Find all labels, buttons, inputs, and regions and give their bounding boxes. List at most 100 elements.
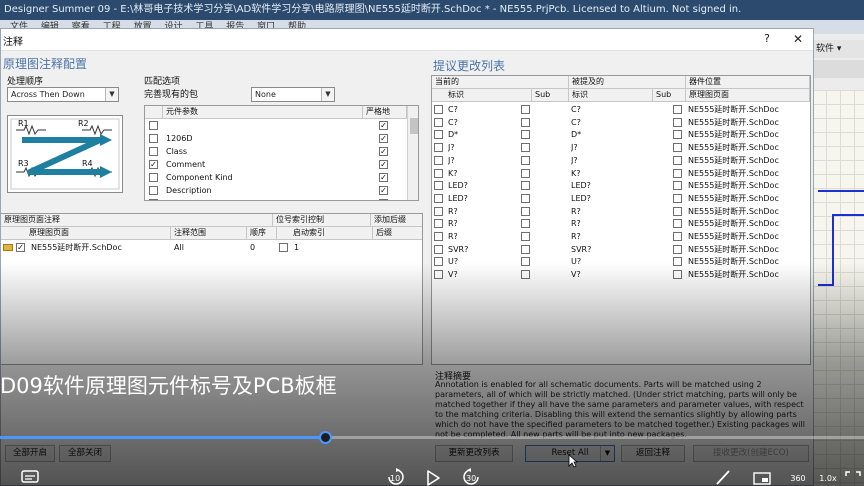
close-button[interactable]: ✕ (789, 31, 807, 47)
current-sub-checkbox[interactable] (521, 232, 530, 241)
proposed-sub-checkbox[interactable] (673, 219, 682, 229)
right-toolbar-secondary[interactable] (812, 60, 864, 78)
change-row-checkbox[interactable] (434, 270, 443, 280)
speed-label[interactable]: 1.0x (818, 474, 838, 483)
change-row[interactable]: K? K? NE555延时断开.SchDoc (432, 167, 810, 180)
match-parameter-row[interactable]: Description ✓ (145, 184, 418, 197)
proposed-sub-checkbox[interactable] (673, 105, 682, 114)
change-row[interactable]: V? V? NE555延时断开.SchDoc (432, 268, 810, 281)
play-icon[interactable] (424, 470, 442, 486)
sheet-scope[interactable]: All (174, 241, 244, 254)
parameter-checkbox[interactable] (149, 186, 158, 195)
change-row[interactable]: R? R? NE555延时断开.SchDoc (432, 205, 810, 218)
proposed-sub-checkbox[interactable] (673, 270, 682, 280)
change-row-checkbox[interactable] (434, 105, 443, 114)
strict-checkbox[interactable]: ✓ (379, 134, 388, 143)
change-row[interactable]: C? C? NE555延时断开.SchDoc (432, 103, 810, 116)
parameter-checkbox[interactable] (149, 121, 158, 130)
change-row[interactable]: J? J? NE555延时断开.SchDoc (432, 154, 810, 167)
change-row[interactable]: SVR? SVR? NE555延时断开.SchDoc (432, 243, 810, 256)
change-row-checkbox[interactable] (434, 181, 443, 191)
current-sub-checkbox[interactable] (521, 168, 530, 178)
current-sub-checkbox[interactable] (521, 143, 530, 153)
start-index-checkbox[interactable] (279, 243, 288, 252)
current-sub-checkbox[interactable] (521, 105, 530, 114)
proposed-sub-checkbox[interactable] (673, 244, 682, 254)
processing-order-select[interactable]: Across Then Down ▼ (7, 87, 119, 102)
help-button[interactable]: ? (759, 31, 775, 47)
picture-in-picture-icon[interactable] (752, 470, 772, 486)
sheet-enable-checkbox[interactable]: ✓ (16, 243, 25, 252)
change-row-checkbox[interactable] (434, 168, 443, 178)
change-row-checkbox[interactable] (434, 232, 443, 241)
strict-checkbox[interactable]: ✓ (379, 186, 388, 195)
schematic-sheet[interactable] (812, 90, 864, 486)
change-row-checkbox[interactable] (434, 155, 443, 165)
change-row[interactable]: R? R? NE555延时断开.SchDoc (432, 217, 810, 230)
proposed-sub-checkbox[interactable] (673, 181, 682, 191)
change-row-checkbox[interactable] (434, 206, 443, 216)
parameter-checkbox[interactable] (149, 173, 158, 182)
current-sub-checkbox[interactable] (521, 244, 530, 254)
change-row[interactable]: U? U? NE555延时断开.SchDoc (432, 255, 810, 268)
change-row-checkbox[interactable] (434, 219, 443, 229)
proposed-sub-checkbox[interactable] (673, 130, 682, 140)
change-row-checkbox[interactable] (434, 130, 443, 140)
change-row-checkbox[interactable] (434, 143, 443, 153)
current-sub-checkbox[interactable] (521, 117, 530, 127)
forward-30-icon[interactable]: 30 (458, 468, 484, 486)
right-toolbar[interactable]: 软件 ▾ (812, 40, 864, 58)
subtitles-icon[interactable] (20, 468, 40, 484)
current-sub-checkbox[interactable] (521, 257, 530, 267)
scroll-thumb[interactable] (410, 118, 418, 134)
current-sub-checkbox[interactable] (521, 130, 530, 140)
accept-changes-button[interactable]: 接收更改(创建ECO) (693, 445, 809, 462)
strict-checkbox[interactable]: ✓ (379, 173, 388, 182)
parameter-checkbox[interactable] (149, 147, 158, 156)
proposed-sub-checkbox[interactable] (673, 193, 682, 203)
match-parameter-row[interactable]: ✓ Comment ✓ (145, 158, 418, 171)
complete-existing-select[interactable]: None ▼ (251, 87, 335, 102)
all-on-button[interactable]: 全部开启 (5, 445, 55, 462)
current-sub-checkbox[interactable] (521, 270, 530, 280)
update-change-list-button[interactable]: 更新更改列表 (435, 445, 513, 462)
rewind-10-icon[interactable]: 10 (383, 468, 409, 486)
parameter-checkbox[interactable] (149, 134, 158, 143)
video-progress-knob[interactable] (318, 431, 332, 444)
change-row[interactable]: C? C? NE555延时断开.SchDoc (432, 116, 810, 129)
change-row[interactable]: R? R? NE555延时断开.SchDoc (432, 230, 810, 243)
current-sub-checkbox[interactable] (521, 193, 530, 203)
match-parameter-row[interactable]: Component Kind ✓ (145, 171, 418, 184)
back-to-annotate-button[interactable]: 返回注释 (621, 445, 685, 462)
current-sub-checkbox[interactable] (521, 181, 530, 191)
match-grid-scrollbar[interactable] (407, 106, 418, 200)
proposed-sub-checkbox[interactable] (673, 206, 682, 216)
change-row-checkbox[interactable] (434, 117, 443, 127)
sheet-suffix[interactable] (376, 241, 420, 254)
strict-checkbox[interactable]: ✓ (379, 199, 388, 200)
parameter-checkbox[interactable] (149, 199, 158, 200)
chevron-down-icon[interactable]: ▼ (600, 446, 614, 461)
change-row-checkbox[interactable] (434, 244, 443, 254)
proposed-sub-checkbox[interactable] (673, 155, 682, 165)
match-parameter-row[interactable]: Class ✓ (145, 145, 418, 158)
fullscreen-icon[interactable] (844, 470, 862, 486)
sheet-start-index[interactable]: 1 (294, 241, 370, 254)
change-row[interactable]: LED? LED? NE555延时断开.SchDoc (432, 192, 810, 205)
quality-label[interactable]: 360 (786, 474, 810, 483)
proposed-sub-checkbox[interactable] (673, 168, 682, 178)
proposed-sub-checkbox[interactable] (673, 143, 682, 153)
strict-checkbox[interactable]: ✓ (379, 121, 388, 130)
proposed-sub-checkbox[interactable] (673, 257, 682, 267)
all-off-button[interactable]: 全部关闭 (59, 445, 111, 462)
change-row[interactable]: J? J? NE555延时断开.SchDoc (432, 141, 810, 154)
proposed-sub-checkbox[interactable] (673, 232, 682, 241)
change-row[interactable]: LED? LED? NE555延时断开.SchDoc (432, 179, 810, 192)
pen-icon[interactable] (712, 468, 734, 486)
strict-checkbox[interactable]: ✓ (379, 160, 388, 169)
change-row[interactable]: D* D* NE555延时断开.SchDoc (432, 128, 810, 141)
strict-checkbox[interactable]: ✓ (379, 147, 388, 156)
video-progress-bar[interactable] (0, 431, 864, 444)
change-row-checkbox[interactable] (434, 193, 443, 203)
match-parameter-row[interactable]: ✓ (145, 119, 418, 132)
